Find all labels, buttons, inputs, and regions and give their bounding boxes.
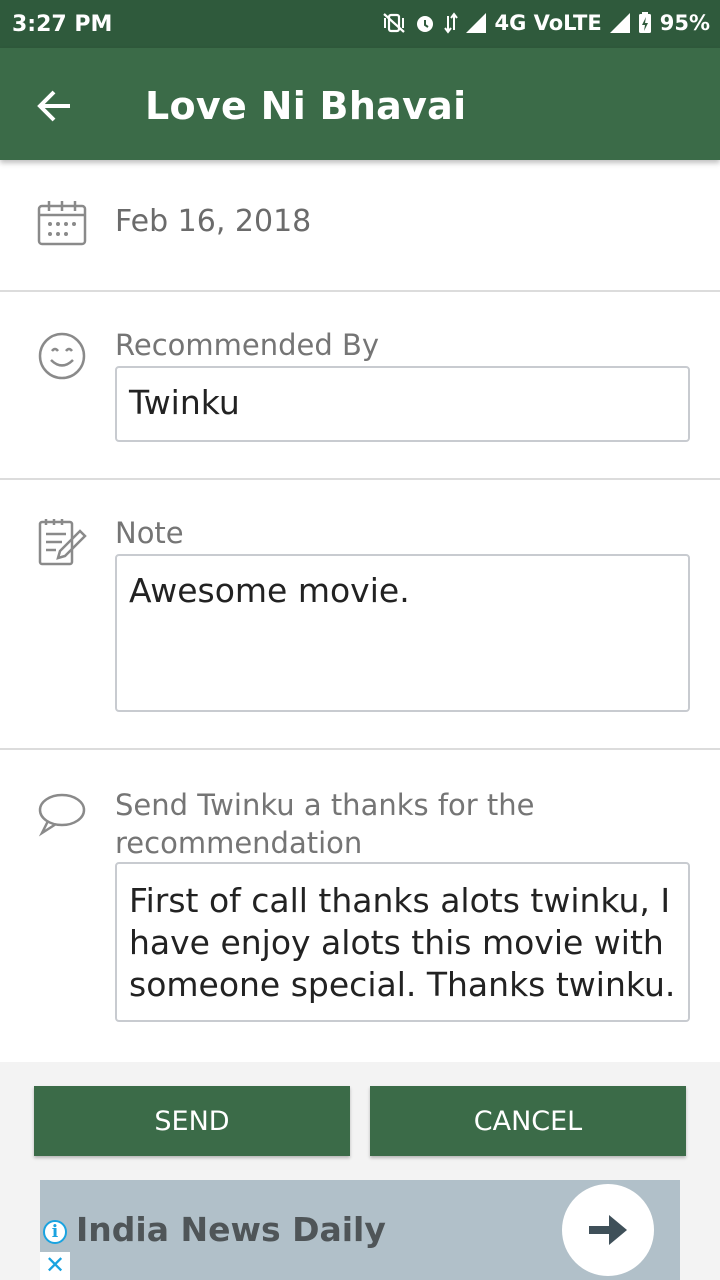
- action-area: SEND CANCEL India News Daily i ✕: [0, 1062, 720, 1280]
- back-button[interactable]: [30, 82, 78, 130]
- app-bar: Love Ni Bhavai: [0, 48, 720, 160]
- calendar-icon: [37, 201, 87, 246]
- note-section: Note Awesome movie.: [0, 480, 720, 750]
- date-section: Feb 16, 2018: [0, 160, 720, 292]
- cancel-button[interactable]: CANCEL: [370, 1086, 686, 1156]
- recommended-label: Recommended By: [115, 328, 380, 362]
- signal-icon-2: [609, 13, 630, 33]
- ad-close-icon[interactable]: ✕: [40, 1252, 70, 1280]
- network-label: 4G VoLTE: [494, 11, 602, 35]
- date-value[interactable]: Feb 16, 2018: [115, 204, 311, 239]
- thanks-label-line2: recommendation: [115, 826, 363, 860]
- ad-info-icon[interactable]: i: [43, 1220, 67, 1244]
- send-button[interactable]: SEND: [34, 1086, 350, 1156]
- status-bar: 3:27 PM 4G VoLTE 95%: [0, 0, 720, 48]
- alarm-icon: [417, 16, 434, 32]
- page-title: Love Ni Bhavai: [145, 84, 467, 128]
- data-transfer-icon: [444, 12, 459, 34]
- recommended-section: Recommended By Twinku: [0, 292, 720, 480]
- recommended-input[interactable]: Twinku: [115, 366, 690, 442]
- thanks-section: Send Twinku a thanks for the recommendat…: [0, 750, 720, 1062]
- ad-banner[interactable]: India News Daily i ✕: [40, 1180, 680, 1280]
- smiley-icon: [38, 332, 86, 380]
- vibrate-off-icon: [383, 13, 406, 33]
- back-arrow-icon: [37, 90, 70, 122]
- battery-charging-icon: [638, 12, 651, 33]
- note-input[interactable]: Awesome movie.: [115, 554, 690, 712]
- speech-bubble-icon: [38, 793, 86, 837]
- ad-title[interactable]: India News Daily: [76, 1210, 386, 1249]
- status-time: 3:27 PM: [12, 12, 113, 37]
- note-edit-icon: [38, 519, 87, 566]
- signal-icon: [466, 13, 487, 33]
- ad-open-button[interactable]: [562, 1184, 654, 1276]
- thanks-label-line1: Send Twinku a thanks for the: [115, 788, 535, 822]
- arrow-right-icon: [589, 1215, 627, 1245]
- battery-level: 95%: [659, 11, 710, 35]
- note-label: Note: [115, 516, 184, 550]
- thanks-message-input[interactable]: First of call thanks alots twinku, I hav…: [115, 862, 690, 1022]
